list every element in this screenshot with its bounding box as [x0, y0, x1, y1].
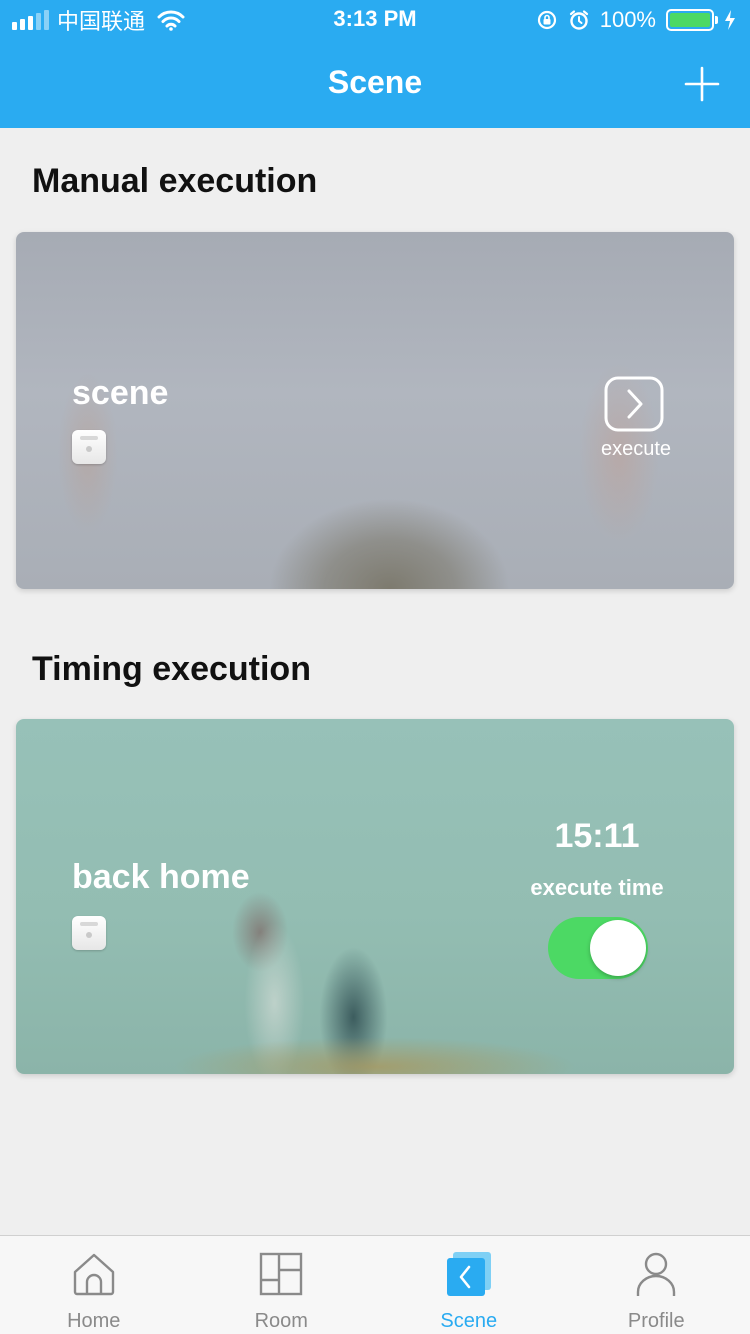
toggle-knob: [590, 920, 646, 976]
profile-icon: [637, 1252, 676, 1296]
timing-scene-card[interactable]: back home 15:11 execute time: [16, 719, 734, 1074]
tab-home[interactable]: Home: [0, 1236, 188, 1334]
tab-bar: Home Room Scene Profile: [0, 1235, 750, 1334]
room-grid-icon: [260, 1252, 303, 1296]
timing-toggle[interactable]: [548, 917, 648, 979]
execute-time-label: execute time: [530, 875, 664, 900]
manual-section-title: Manual execution: [32, 162, 318, 200]
charging-icon: [725, 10, 735, 30]
smart-plug-icon: [72, 916, 106, 950]
tab-profile[interactable]: Profile: [563, 1236, 750, 1334]
tab-label-scene: Scene: [440, 1310, 498, 1332]
manual-scene-card[interactable]: scene execute: [16, 232, 734, 589]
tab-label-profile: Profile: [627, 1310, 685, 1332]
battery-icon: [666, 9, 718, 31]
status-bar: 中国联通 3:13 PM 100%: [0, 0, 750, 40]
execute-time-value: 15:11: [554, 817, 640, 855]
alarm-icon: [569, 10, 588, 30]
execute-button[interactable]: [604, 376, 664, 432]
tab-label-home: Home: [67, 1310, 121, 1332]
top-bar: 中国联通 3:13 PM 100% Scene: [0, 0, 750, 128]
orientation-lock-icon: [537, 10, 556, 30]
timing-section-title: Timing execution: [32, 650, 311, 688]
status-right: 100%: [536, 6, 736, 34]
tab-room[interactable]: Room: [188, 1236, 376, 1334]
scene-icon: [446, 1252, 491, 1296]
plus-icon: [684, 66, 720, 102]
execute-label: execute: [600, 438, 672, 460]
tab-label-room: Room: [254, 1310, 308, 1332]
page-title: Scene: [327, 64, 423, 100]
battery-percent: 100%: [599, 7, 656, 32]
home-icon: [73, 1253, 114, 1296]
tab-scene[interactable]: Scene: [375, 1236, 563, 1334]
add-scene-button[interactable]: [680, 62, 724, 106]
timing-scene-name: back home: [72, 858, 250, 896]
smart-plug-icon: [72, 430, 106, 464]
manual-scene-name: scene: [72, 374, 169, 412]
chevron-right-icon: [627, 389, 643, 419]
